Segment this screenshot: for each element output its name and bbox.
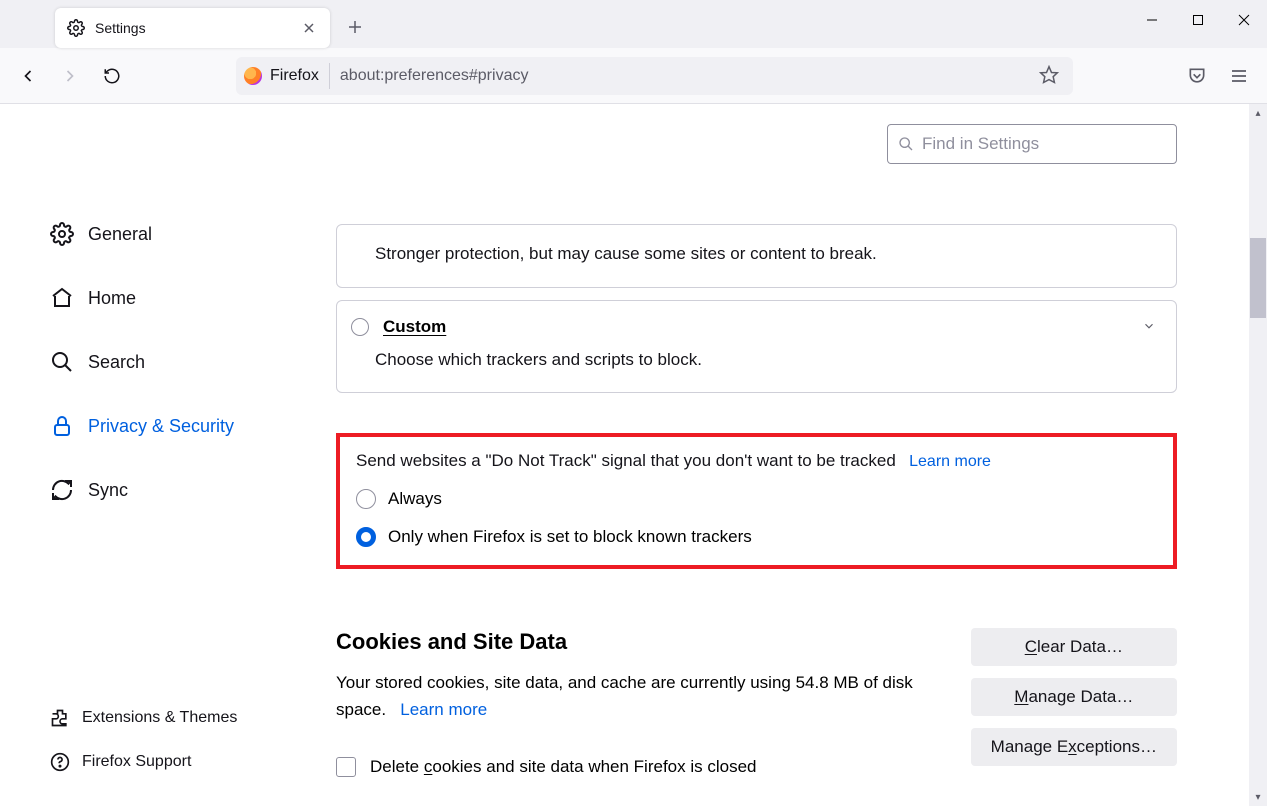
- dnt-prompt: Send websites a "Do Not Track" signal th…: [356, 451, 896, 470]
- sidebar-item-general[interactable]: General: [50, 212, 320, 256]
- protection-strict-card[interactable]: Stronger protection, but may cause some …: [336, 224, 1177, 288]
- sidebar-item-home[interactable]: Home: [50, 276, 320, 320]
- cookies-learn-more[interactable]: Learn more: [400, 700, 487, 719]
- strict-desc: Stronger protection, but may cause some …: [375, 241, 1138, 267]
- forward-button[interactable]: [52, 58, 88, 94]
- radio-label: Only when Firefox is set to block known …: [388, 527, 752, 547]
- sidebar-support[interactable]: Firefox Support: [50, 742, 320, 782]
- close-window-button[interactable]: [1221, 0, 1267, 40]
- sidebar-item-label: Privacy & Security: [88, 416, 234, 437]
- scroll-up-icon[interactable]: ▴: [1249, 104, 1267, 122]
- bookmark-star-icon[interactable]: [1039, 65, 1061, 87]
- urlbar-separator: [329, 63, 330, 89]
- sidebar-item-label: General: [88, 224, 152, 245]
- app-menu-button[interactable]: [1221, 58, 1257, 94]
- content: Stronger protection, but may cause some …: [320, 104, 1257, 806]
- tab-title: Settings: [95, 20, 290, 36]
- protection-custom-card[interactable]: Custom Choose which trackers and scripts…: [336, 300, 1177, 394]
- cookie-buttons: Clear Data… Manage Data… Manage Exceptio…: [971, 628, 1177, 766]
- manage-exceptions-button[interactable]: Manage Exceptions…: [971, 728, 1177, 766]
- custom-desc: Choose which trackers and scripts to blo…: [375, 347, 1138, 373]
- chevron-down-icon[interactable]: [1142, 319, 1156, 338]
- browser-tab[interactable]: Settings: [55, 8, 330, 48]
- find-in-settings[interactable]: [887, 124, 1177, 164]
- search-icon: [898, 136, 914, 152]
- radio-custom[interactable]: [351, 318, 369, 336]
- maximize-button[interactable]: [1175, 0, 1221, 40]
- find-input[interactable]: [922, 134, 1166, 154]
- reload-button[interactable]: [94, 58, 130, 94]
- url-bar[interactable]: Firefox about:preferences#privacy: [236, 57, 1073, 95]
- window-controls: [1129, 0, 1267, 40]
- dnt-learn-more[interactable]: Learn more: [909, 453, 991, 470]
- sidebar-item-label: Sync: [88, 480, 128, 501]
- sidebar-item-label: Firefox Support: [82, 753, 191, 771]
- pocket-button[interactable]: [1179, 58, 1215, 94]
- scroll-thumb[interactable]: [1250, 238, 1266, 318]
- checkbox-label: Delete cookies and site data when Firefo…: [370, 757, 757, 777]
- sidebar-item-privacy[interactable]: Privacy & Security: [50, 404, 320, 448]
- scrollbar[interactable]: ▴ ▾: [1249, 104, 1267, 806]
- radio-label: Always: [388, 489, 442, 509]
- sidebar-extensions[interactable]: Extensions & Themes: [50, 698, 320, 738]
- titlebar: Settings: [0, 0, 1267, 48]
- brand-label: Firefox: [270, 67, 319, 85]
- sidebar-item-label: Extensions & Themes: [82, 709, 237, 727]
- custom-title: Custom: [383, 317, 446, 337]
- radio-always[interactable]: [356, 489, 376, 509]
- sidebar-item-label: Search: [88, 352, 145, 373]
- settings-page: General Home Search Privacy & Security S…: [0, 104, 1257, 806]
- sidebar-item-sync[interactable]: Sync: [50, 468, 320, 512]
- checkbox-delete-on-close[interactable]: [336, 757, 356, 777]
- toolbar: Firefox about:preferences#privacy: [0, 48, 1267, 104]
- dnt-option-auto[interactable]: Only when Firefox is set to block known …: [356, 527, 1157, 547]
- manage-data-button[interactable]: Manage Data…: [971, 678, 1177, 716]
- cookies-usage: Your stored cookies, site data, and cach…: [336, 669, 946, 723]
- sidebar-item-search[interactable]: Search: [50, 340, 320, 384]
- clear-data-button[interactable]: Clear Data…: [971, 628, 1177, 666]
- back-button[interactable]: [10, 58, 46, 94]
- radio-auto[interactable]: [356, 527, 376, 547]
- firefox-icon: [244, 67, 262, 85]
- new-tab-button[interactable]: [346, 18, 364, 36]
- address-text: about:preferences#privacy: [340, 67, 1039, 85]
- sidebar: General Home Search Privacy & Security S…: [0, 104, 320, 806]
- scroll-down-icon[interactable]: ▾: [1249, 788, 1267, 806]
- gear-icon: [67, 19, 85, 37]
- close-tab-icon[interactable]: [300, 19, 318, 37]
- sidebar-item-label: Home: [88, 288, 136, 309]
- minimize-button[interactable]: [1129, 0, 1175, 40]
- do-not-track-section: Send websites a "Do Not Track" signal th…: [336, 433, 1177, 569]
- dnt-option-always[interactable]: Always: [356, 489, 1157, 509]
